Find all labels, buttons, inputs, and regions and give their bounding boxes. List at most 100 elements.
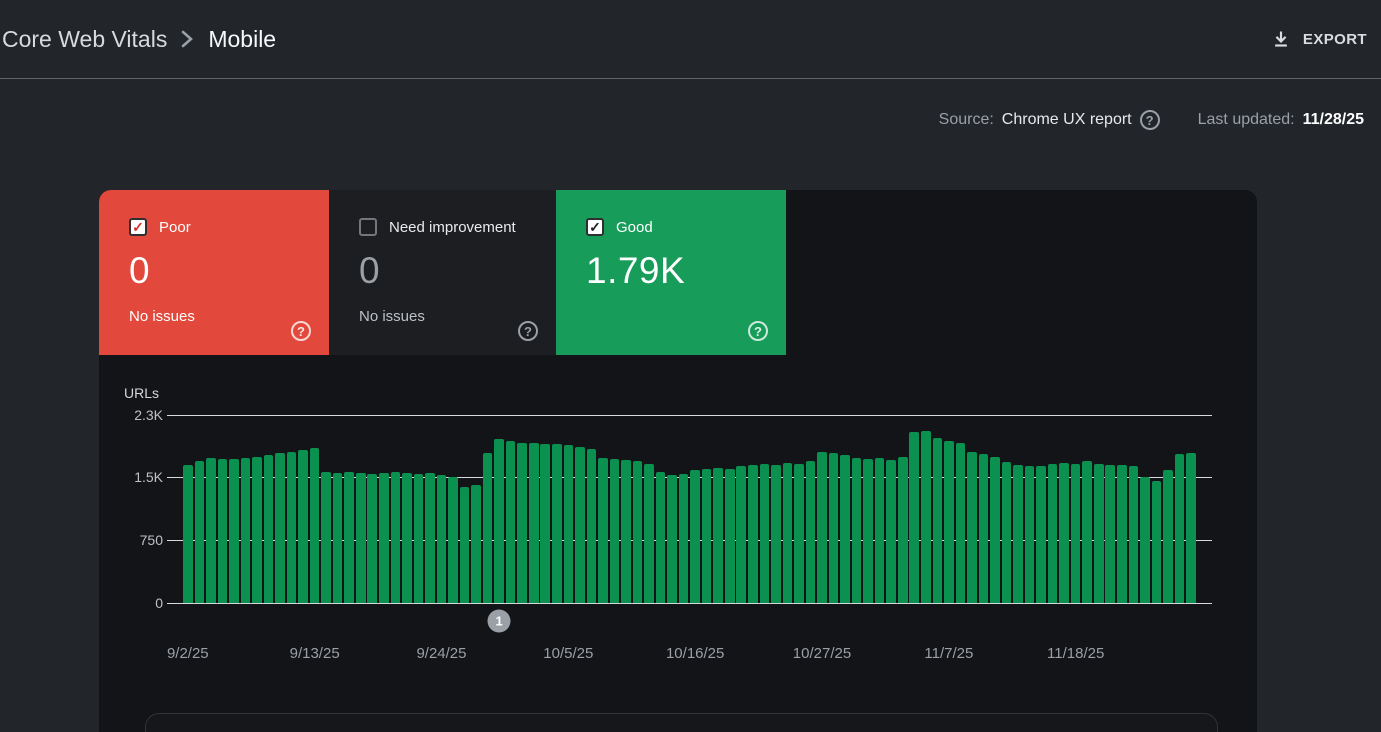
chart-bar[interactable]	[287, 452, 297, 603]
chart-bar[interactable]	[1025, 466, 1035, 603]
chart-bar[interactable]	[252, 457, 262, 603]
chart-bar[interactable]	[1071, 464, 1081, 603]
chart-bar[interactable]	[621, 460, 631, 603]
chart-bar[interactable]	[229, 459, 239, 603]
chart-bar[interactable]	[298, 450, 308, 603]
chart-bar[interactable]	[414, 474, 424, 603]
chart-bar[interactable]	[1152, 481, 1162, 603]
annotation-marker[interactable]: 1	[488, 610, 511, 633]
chart-bar[interactable]	[379, 473, 389, 603]
good-help-icon[interactable]: ?	[748, 321, 768, 341]
chart-bar[interactable]	[1163, 470, 1173, 603]
card-need-improvement[interactable]: Need improvement 0 No issues ?	[329, 190, 556, 355]
chart-bar[interactable]	[863, 459, 873, 603]
chart-bar[interactable]	[344, 472, 354, 603]
chart-bar[interactable]	[471, 485, 481, 603]
chart-bar[interactable]	[1105, 465, 1115, 603]
chart-bar[interactable]	[679, 474, 689, 603]
chart-bar[interactable]	[264, 455, 274, 603]
chart-bar[interactable]	[1082, 461, 1092, 603]
chart-bar[interactable]	[909, 432, 919, 603]
need-improvement-checkbox[interactable]	[359, 218, 377, 236]
export-button[interactable]: EXPORT	[1261, 21, 1377, 57]
chart-bar[interactable]	[783, 463, 793, 603]
chart-bar[interactable]	[575, 447, 585, 603]
chart-bar[interactable]	[483, 453, 493, 603]
breadcrumb-core-web-vitals[interactable]: Core Web Vitals	[2, 26, 167, 53]
chart-bar[interactable]	[1117, 465, 1127, 603]
chart-bar[interactable]	[898, 457, 908, 603]
chart-bar[interactable]	[1036, 466, 1046, 603]
chart-bar[interactable]	[448, 477, 458, 603]
chart-bar[interactable]	[817, 452, 827, 603]
chart-bar[interactable]	[852, 458, 862, 603]
chart-bar[interactable]	[886, 460, 896, 603]
chart-bar[interactable]	[206, 458, 216, 603]
chart-bar[interactable]	[736, 466, 746, 603]
chart-bar[interactable]	[967, 452, 977, 603]
source-help-icon[interactable]: ?	[1140, 110, 1160, 130]
chart-bar[interactable]	[218, 459, 228, 603]
need-improvement-help-icon[interactable]: ?	[518, 321, 538, 341]
chart-bar[interactable]	[367, 474, 377, 603]
chart-bar[interactable]	[1048, 464, 1058, 603]
chart-bar[interactable]	[794, 464, 804, 603]
poor-checkbox[interactable]: ✓	[129, 218, 147, 236]
chart-bar[interactable]	[1175, 454, 1185, 603]
chart-bar[interactable]	[241, 458, 251, 603]
chart-bar[interactable]	[391, 472, 401, 603]
chart-bar[interactable]	[552, 444, 562, 603]
good-checkbox[interactable]: ✓	[586, 218, 604, 236]
chart-bar[interactable]	[1002, 462, 1012, 603]
chart-bar[interactable]	[195, 461, 205, 603]
chart-bar[interactable]	[840, 455, 850, 603]
chart-bar[interactable]	[702, 469, 712, 603]
chart-bar[interactable]	[321, 472, 331, 603]
chart-bar[interactable]	[275, 453, 285, 603]
chart-bar[interactable]	[921, 431, 931, 603]
chart-bar[interactable]	[437, 475, 447, 603]
chart-bar[interactable]	[990, 457, 1000, 603]
chart-bar[interactable]	[425, 473, 435, 603]
chart-bar[interactable]	[356, 473, 366, 603]
chart-bar[interactable]	[829, 453, 839, 603]
chart-bar[interactable]	[1059, 463, 1069, 603]
card-good[interactable]: ✓ Good 1.79K ?	[556, 190, 786, 355]
chart-bar[interactable]	[598, 458, 608, 603]
chart-bar[interactable]	[1129, 466, 1139, 603]
chart-bar[interactable]	[564, 445, 574, 603]
chart-bar[interactable]	[517, 443, 527, 603]
chart-bar[interactable]	[587, 449, 597, 603]
chart-bar[interactable]	[402, 473, 412, 603]
chart-bar[interactable]	[1186, 453, 1196, 603]
chart-bar[interactable]	[771, 465, 781, 603]
chart-bar[interactable]	[944, 441, 954, 603]
chart-bar[interactable]	[933, 438, 943, 603]
chart-bar[interactable]	[460, 487, 470, 603]
chart-bar[interactable]	[1013, 465, 1023, 603]
chart-bar[interactable]	[610, 459, 620, 603]
chart-bar[interactable]	[540, 444, 550, 603]
chart-bar[interactable]	[656, 472, 666, 603]
chart-bar[interactable]	[644, 464, 654, 603]
chart-bar[interactable]	[725, 469, 735, 603]
chart-bar[interactable]	[979, 454, 989, 603]
chart-bar[interactable]	[956, 443, 966, 603]
chart-bar[interactable]	[748, 465, 758, 603]
chart-bar[interactable]	[633, 461, 643, 603]
card-poor[interactable]: ✓ Poor 0 No issues ?	[99, 190, 329, 355]
chart-bar[interactable]	[1140, 477, 1150, 603]
chart-bar[interactable]	[667, 475, 677, 603]
chart-bar[interactable]	[183, 465, 193, 603]
chart-bar[interactable]	[713, 468, 723, 603]
chart-bar[interactable]	[494, 439, 504, 603]
chart-bar[interactable]	[310, 448, 320, 603]
poor-help-icon[interactable]: ?	[291, 321, 311, 341]
chart-bar[interactable]	[529, 443, 539, 603]
chart-bar[interactable]	[875, 458, 885, 603]
chart-bar[interactable]	[806, 461, 816, 603]
chart-bar[interactable]	[690, 470, 700, 603]
chart-bar[interactable]	[333, 473, 343, 603]
chart-bar[interactable]	[760, 464, 770, 603]
chart-bar[interactable]	[1094, 464, 1104, 603]
